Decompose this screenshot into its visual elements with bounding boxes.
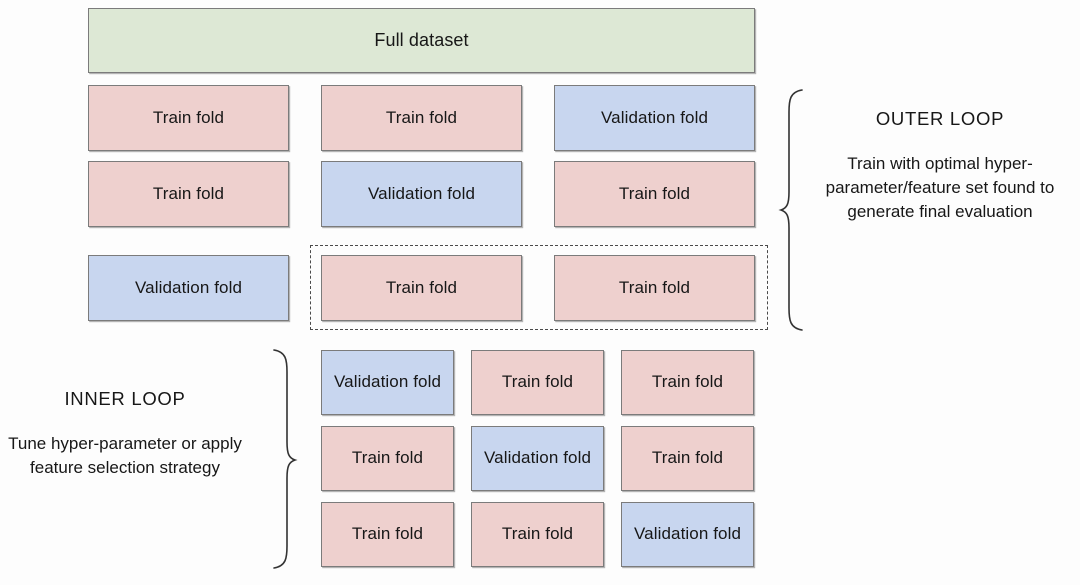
outer-fold-r3c2-label: Train fold — [385, 277, 458, 297]
outer-fold-r2c1-label: Train fold — [152, 183, 225, 203]
outer-fold-r2c3: Train fold — [554, 161, 755, 227]
outer-loop-annotation: OUTER LOOP Train with optimal hyper-para… — [815, 108, 1065, 224]
inner-fold-r2c2-label: Validation fold — [483, 448, 592, 468]
inner-fold-r2c2: Validation fold — [471, 426, 604, 491]
inner-fold-r3c3-label: Validation fold — [633, 524, 742, 544]
inner-fold-r3c2-label: Train fold — [501, 524, 574, 544]
full-dataset-box: Full dataset — [88, 8, 755, 73]
full-dataset-label: Full dataset — [374, 29, 469, 50]
inner-fold-r1c3: Train fold — [621, 350, 754, 415]
outer-fold-r1c3: Validation fold — [554, 85, 755, 151]
outer-loop-brace-icon — [778, 88, 814, 332]
outer-fold-r2c1: Train fold — [88, 161, 289, 227]
outer-fold-r1c3-label: Validation fold — [600, 107, 709, 127]
inner-fold-r1c3-label: Train fold — [651, 372, 724, 392]
inner-fold-r2c1-label: Train fold — [351, 448, 424, 468]
outer-fold-r2c3-label: Train fold — [618, 183, 691, 203]
inner-fold-r1c1-label: Validation fold — [333, 372, 442, 392]
inner-fold-r2c3-label: Train fold — [651, 448, 724, 468]
nested-cross-validation-diagram: Full dataset Train fold Train fold Valid… — [0, 0, 1080, 585]
inner-loop-title: INNER LOOP — [64, 388, 186, 409]
inner-fold-r1c2-label: Train fold — [501, 372, 574, 392]
outer-fold-r3c3: Train fold — [554, 255, 755, 321]
inner-loop-annotation: INNER LOOP Tune hyper-parameter or apply… — [0, 388, 250, 480]
inner-loop-description: Tune hyper-parameter or apply feature se… — [8, 434, 242, 478]
outer-loop-description: Train with optimal hyper-parameter/featu… — [825, 154, 1055, 222]
outer-fold-r1c1-label: Train fold — [152, 107, 225, 127]
inner-fold-r2c1: Train fold — [321, 426, 454, 491]
outer-fold-r1c2: Train fold — [321, 85, 522, 151]
outer-fold-r2c2-label: Validation fold — [367, 183, 476, 203]
inner-fold-r1c2: Train fold — [471, 350, 604, 415]
outer-fold-r3c2: Train fold — [321, 255, 522, 321]
outer-fold-r2c2: Validation fold — [321, 161, 522, 227]
outer-fold-r1c2-label: Train fold — [385, 107, 458, 127]
inner-fold-r2c3: Train fold — [621, 426, 754, 491]
outer-fold-r3c1: Validation fold — [88, 255, 289, 321]
inner-fold-r3c2: Train fold — [471, 502, 604, 567]
outer-fold-r3c3-label: Train fold — [618, 277, 691, 297]
inner-fold-r3c1: Train fold — [321, 502, 454, 567]
inner-fold-r3c3: Validation fold — [621, 502, 754, 567]
inner-fold-r3c1-label: Train fold — [351, 524, 424, 544]
inner-loop-brace-icon — [262, 348, 298, 570]
outer-loop-title: OUTER LOOP — [875, 108, 1005, 129]
outer-fold-r3c1-label: Validation fold — [134, 277, 243, 297]
inner-fold-r1c1: Validation fold — [321, 350, 454, 415]
outer-fold-r1c1: Train fold — [88, 85, 289, 151]
